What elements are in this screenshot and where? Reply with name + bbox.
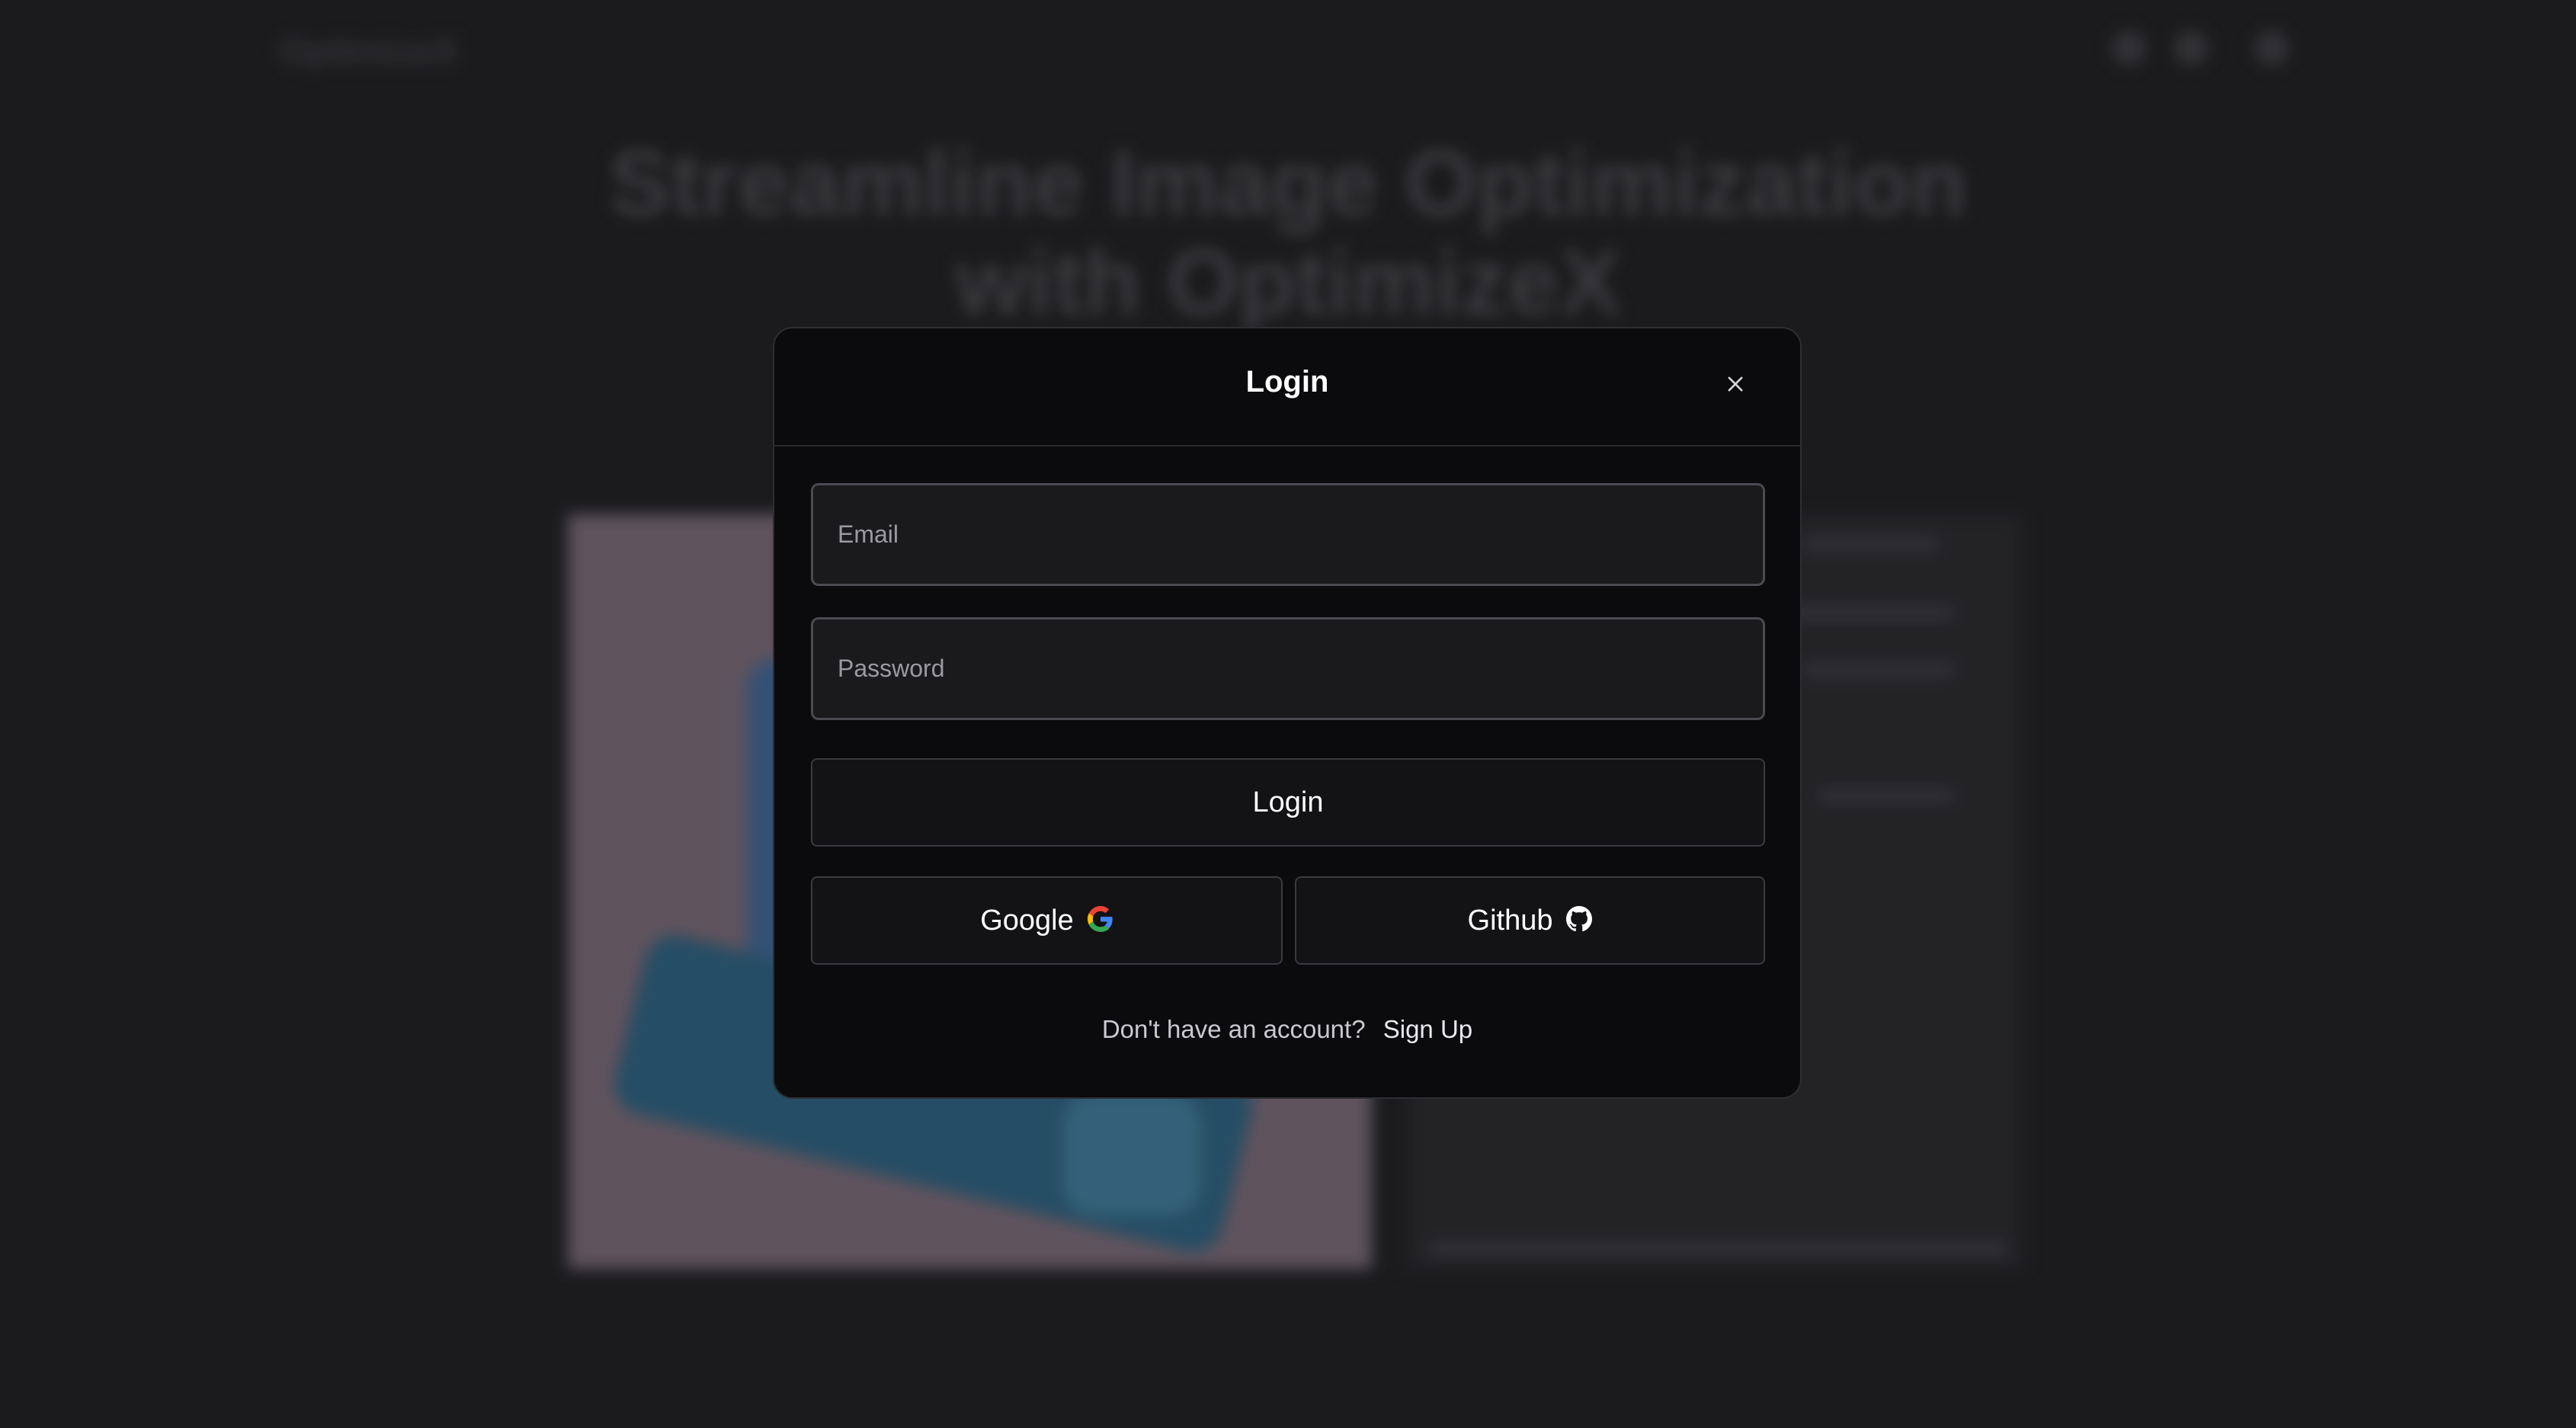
signup-link[interactable]: Sign Up [1383,1015,1472,1043]
login-button[interactable]: Login [811,758,1765,847]
github-icon [1566,905,1593,936]
close-icon [1725,373,1746,399]
github-login-button[interactable]: Github [1295,876,1765,965]
github-button-label: Github [1467,904,1553,937]
signup-row: Don't have an account? Sign Up [774,1015,1800,1044]
modal-title: Login [1245,365,1329,399]
password-input[interactable] [836,619,1763,719]
close-button[interactable] [1718,368,1753,403]
google-login-button[interactable]: Google [811,876,1283,965]
login-modal: Login Login Google [773,327,1802,1099]
modal-header: Login [774,328,1800,447]
google-icon [1087,905,1113,936]
signup-prompt: Don't have an account? [1101,1015,1366,1043]
email-input[interactable] [836,485,1763,584]
login-button-label: Login [1252,786,1324,818]
password-field[interactable] [811,617,1765,720]
email-field[interactable] [811,483,1765,586]
google-button-label: Google [980,904,1074,937]
